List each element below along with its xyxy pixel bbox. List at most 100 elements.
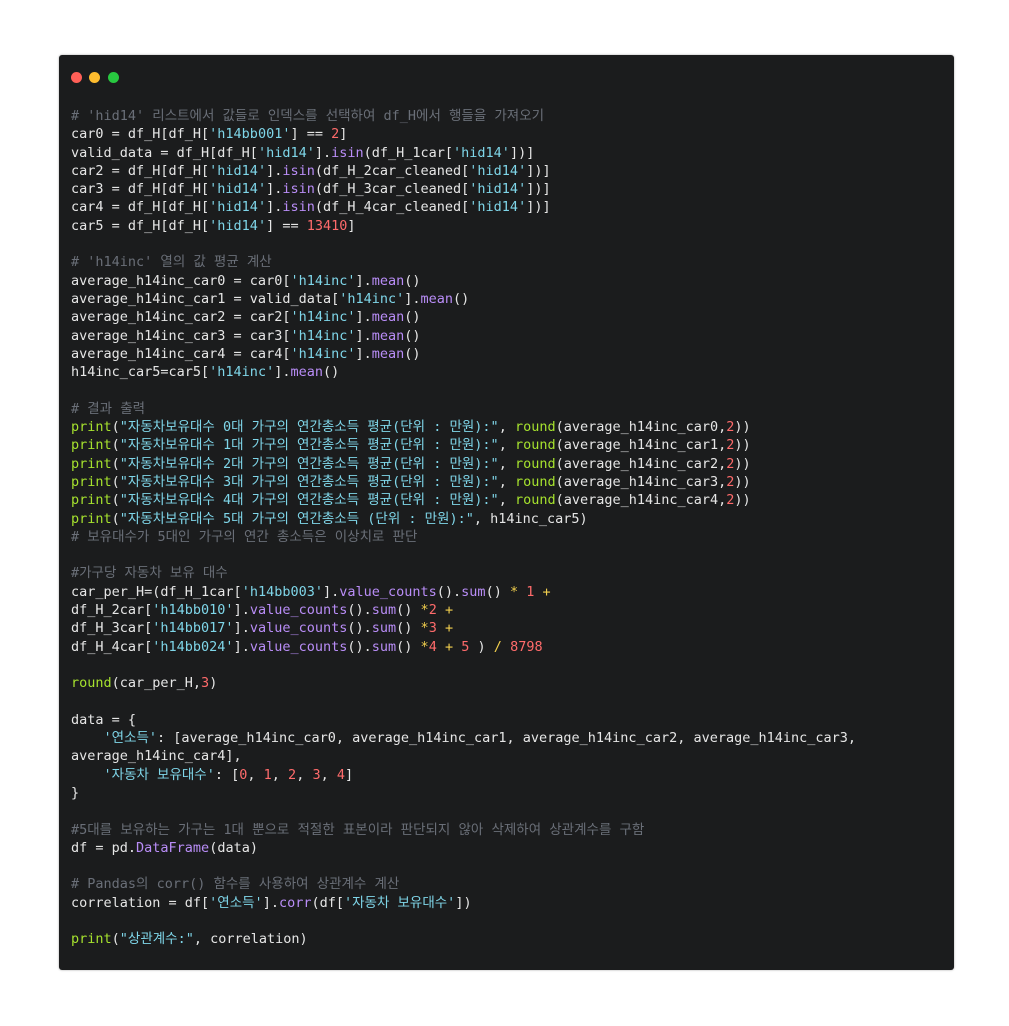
code-token: (car_per_H,	[111, 675, 202, 692]
code-line: car3 = df_H[df_H['hid14'].isin(df_H_3car…	[71, 180, 946, 198]
code-token: "자동차보유대수 4대 가구의 연간총소득 평균(단위 : 만원):"	[119, 492, 499, 509]
code-token: print	[71, 492, 112, 509]
code-token: ,	[247, 766, 264, 783]
code-line: # 'hid14' 리스트에서 값들로 인덱스를 선택하여 df_H에서 행들을…	[71, 107, 946, 125]
code-line: '연소득': [average_h14inc_car0, average_h14…	[71, 729, 946, 747]
maximize-button[interactable]	[108, 72, 119, 83]
code-token: (df_H_2car_cleaned[	[314, 162, 470, 179]
code-token: ()	[404, 345, 421, 362]
code-token: round	[71, 675, 112, 692]
code-token: ]	[339, 126, 348, 143]
code-token: ,	[498, 419, 515, 436]
code-token: (	[111, 419, 120, 436]
code-line: df = pd.DataFrame(data)	[71, 839, 946, 857]
code-line: valid_data = df_H[df_H['hid14'].isin(df_…	[71, 144, 946, 162]
code-token: 3	[201, 675, 210, 692]
code-token: *	[420, 620, 429, 637]
code-token: *	[509, 583, 519, 600]
code-line: average_h14inc_car2 = car2['h14inc'].mea…	[71, 308, 946, 326]
code-token: /	[493, 638, 502, 655]
code-token: ]	[347, 217, 356, 234]
code-token: ,	[271, 766, 289, 783]
code-token: ])]	[526, 162, 551, 179]
close-button[interactable]	[71, 72, 82, 83]
code-token: ,	[320, 766, 337, 783]
code-token: ]	[345, 766, 354, 783]
code-line: # 결과 출력	[71, 400, 946, 418]
code-line: print("자동차보유대수 3대 가구의 연간총소득 평균(단위 : 만원):…	[71, 473, 946, 491]
code-token: print	[71, 510, 112, 527]
code-token: # 'h14inc' 열의 값 평균 계산	[71, 254, 272, 271]
code-token: 'h14inc'	[290, 272, 356, 289]
code-token: ))	[734, 473, 751, 490]
code-token: round	[514, 455, 556, 472]
code-token: (	[111, 437, 120, 454]
code-token: (df_H_3car_cleaned[	[314, 181, 470, 198]
code-token: *	[420, 638, 429, 655]
code-token: ].	[314, 144, 332, 161]
code-token: 'h14inc'	[339, 290, 405, 307]
code-token: print	[71, 455, 112, 472]
code-token: average_h14inc_car2 = car2[	[71, 309, 291, 326]
code-token: ))	[734, 455, 751, 472]
code-line: print("자동차보유대수 5대 가구의 연간총소득 (단위 : 만원):",…	[71, 510, 946, 528]
code-token: 'h14inc'	[290, 327, 356, 344]
code-token: : [average_h14inc_car0, average_h14inc_c…	[157, 730, 857, 747]
code-token: value_counts	[249, 638, 348, 655]
code-token: (	[111, 510, 120, 527]
code-token: mean	[371, 272, 405, 289]
code-token: #5대를 보유하는 가구는 1대 뿐으로 적절한 표본이라 판단되지 않아 삭제…	[71, 821, 645, 838]
code-token: sum	[461, 583, 486, 600]
code-token: ().	[436, 583, 462, 600]
code-token: }	[71, 784, 80, 801]
code-token: ].	[266, 181, 283, 198]
code-token: (average_h14inc_car4,	[555, 492, 727, 509]
code-token: ()	[485, 583, 510, 600]
code-token: print	[71, 931, 112, 948]
code-token: ].	[404, 290, 421, 307]
code-token: 'h14bb017'	[152, 620, 234, 637]
code-token: sum	[371, 638, 397, 655]
code-token: ] ==	[290, 126, 332, 143]
code-token: 3	[312, 766, 321, 783]
code-token: ))	[734, 492, 751, 509]
code-token: round	[514, 437, 556, 454]
code-token: 'h14bb001'	[209, 126, 291, 143]
code-line: '자동차 보유대수': [0, 1, 2, 3, 4]	[71, 766, 946, 784]
code-token: isin	[282, 199, 315, 216]
code-line: print("상관계수:", correlation)	[71, 930, 946, 948]
code-token: ].	[233, 602, 250, 619]
code-token: isin	[282, 181, 315, 198]
code-token: ] ==	[266, 217, 307, 234]
code-token: average_h14inc_car4 = car4[	[71, 345, 291, 362]
code-block: # 'hid14' 리스트에서 값들로 인덱스를 선택하여 df_H에서 행들을…	[71, 107, 946, 949]
code-token: 'hid14'	[209, 181, 267, 198]
code-token: average_h14inc_car4],	[71, 748, 242, 765]
code-token: print	[71, 437, 112, 454]
code-token: ].	[355, 272, 372, 289]
code-line: h14inc_car5=car5['h14inc'].mean()	[71, 363, 946, 381]
code-token: df_H_2car[	[71, 602, 153, 619]
code-line: average_h14inc_car4 = car4['h14inc'].mea…	[71, 345, 946, 363]
code-token: DataFrame	[136, 839, 210, 856]
code-token: 'h14inc'	[290, 345, 356, 362]
code-token: (average_h14inc_car3,	[555, 473, 727, 490]
code-token: '자동차 보유대수'	[103, 766, 215, 783]
code-token: #가구당 자동차 보유 대수	[71, 565, 228, 582]
code-token: "자동차보유대수 0대 가구의 연간총소득 평균(단위 : 만원):"	[119, 419, 499, 436]
code-line: average_h14inc_car1 = valid_data['h14inc…	[71, 290, 946, 308]
code-token: (	[111, 455, 120, 472]
code-token: '연소득'	[103, 730, 158, 747]
minimize-button[interactable]	[89, 72, 100, 83]
code-token: mean	[371, 309, 405, 326]
code-token: "자동차보유대수 5대 가구의 연간총소득 (단위 : 만원):"	[119, 510, 474, 527]
